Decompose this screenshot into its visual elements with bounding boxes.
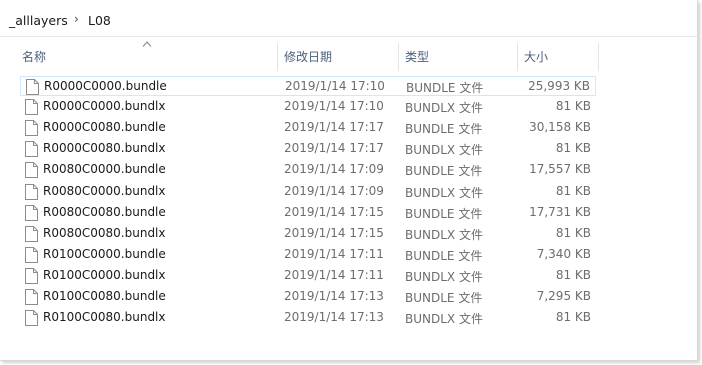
file-size: 17,731 KB bbox=[529, 205, 591, 219]
column-header-date[interactable]: 修改日期 bbox=[284, 37, 396, 72]
file-icon bbox=[25, 141, 38, 157]
file-row[interactable]: R0100C0080.bundlx 2019/1/14 17:13 BUNDLX 文… bbox=[20, 308, 596, 328]
file-modified-date: 2019/1/14 17:17 bbox=[284, 120, 384, 134]
file-name: R0100C0000.bundlx bbox=[43, 268, 166, 282]
file-modified-date: 2019/1/14 17:11 bbox=[284, 268, 384, 282]
file-type: BUNDLE 文件 bbox=[405, 122, 483, 136]
column-divider[interactable] bbox=[398, 43, 399, 71]
file-modified-date: 2019/1/14 17:09 bbox=[284, 162, 384, 176]
column-header-size-label: 大小 bbox=[524, 50, 549, 64]
file-icon bbox=[25, 184, 38, 200]
file-size: 81 KB bbox=[555, 226, 591, 240]
file-row[interactable]: R0080C0000.bundlx 2019/1/14 17:09 BUNDLX 文… bbox=[20, 182, 596, 202]
file-icon bbox=[25, 268, 38, 284]
column-header-name-label: 名称 bbox=[22, 50, 47, 64]
column-header: 名称 修改日期 类型 大小 bbox=[0, 37, 697, 73]
file-icon bbox=[25, 162, 38, 178]
column-header-type[interactable]: 类型 bbox=[405, 37, 515, 72]
file-name: R0000C0080.bundlx bbox=[43, 141, 166, 155]
file-row[interactable]: R0080C0080.bundle 2019/1/14 17:15 BUNDLE 文… bbox=[20, 203, 596, 223]
file-icon bbox=[25, 247, 38, 263]
file-size: 25,993 KB bbox=[528, 79, 590, 93]
file-size: 7,340 KB bbox=[536, 247, 591, 261]
file-modified-date: 2019/1/14 17:09 bbox=[284, 184, 384, 198]
file-modified-date: 2019/1/14 17:17 bbox=[284, 141, 384, 155]
file-name: R0100C0080.bundle bbox=[43, 289, 166, 303]
file-size: 17,557 KB bbox=[529, 162, 591, 176]
file-type: BUNDLX 文件 bbox=[405, 312, 483, 326]
file-size: 81 KB bbox=[555, 99, 591, 113]
file-row[interactable]: R0000C0000.bundle 2019/1/14 17:10 BUNDLE 文… bbox=[20, 76, 596, 96]
file-name: R0080C0080.bundle bbox=[43, 205, 166, 219]
file-modified-date: 2019/1/14 17:15 bbox=[284, 205, 384, 219]
file-row[interactable]: R0000C0080.bundlx 2019/1/14 17:17 BUNDLX 文… bbox=[20, 139, 596, 159]
file-type: BUNDLX 文件 bbox=[405, 101, 483, 115]
column-divider[interactable] bbox=[598, 43, 599, 71]
file-modified-date: 2019/1/14 17:10 bbox=[284, 99, 384, 113]
file-name: R0100C0080.bundlx bbox=[43, 310, 166, 324]
file-icon bbox=[25, 226, 38, 242]
column-header-date-label: 修改日期 bbox=[284, 50, 333, 64]
file-type: BUNDLX 文件 bbox=[405, 270, 483, 284]
file-icon bbox=[25, 205, 38, 221]
file-modified-date: 2019/1/14 17:10 bbox=[285, 79, 385, 93]
file-icon bbox=[25, 120, 38, 136]
file-name: R0100C0000.bundle bbox=[43, 247, 166, 261]
file-icon bbox=[25, 310, 38, 326]
file-icon bbox=[25, 289, 38, 305]
file-size: 30,158 KB bbox=[529, 120, 591, 134]
column-divider[interactable] bbox=[277, 43, 278, 71]
file-size: 81 KB bbox=[555, 310, 591, 324]
file-type: BUNDLE 文件 bbox=[405, 207, 483, 221]
chevron-right-icon[interactable]: › bbox=[74, 12, 79, 26]
file-type: BUNDLE 文件 bbox=[406, 81, 484, 95]
file-icon bbox=[25, 99, 38, 115]
breadcrumb-item-l08[interactable]: L08 bbox=[88, 13, 111, 28]
file-type: BUNDLX 文件 bbox=[405, 143, 483, 157]
file-type: BUNDLE 文件 bbox=[405, 164, 483, 178]
file-modified-date: 2019/1/14 17:13 bbox=[284, 289, 384, 303]
file-row[interactable]: R0000C0080.bundle 2019/1/14 17:17 BUNDLE 文… bbox=[20, 118, 596, 138]
file-row[interactable]: R0100C0080.bundle 2019/1/14 17:13 BUNDLE 文… bbox=[20, 287, 596, 307]
file-type: BUNDLX 文件 bbox=[405, 186, 483, 200]
file-size: 7,295 KB bbox=[536, 289, 591, 303]
explorer-window: _alllayers › L08 名称 修改日期 类型 大小 R0000C000… bbox=[0, 0, 698, 361]
file-name: R0000C0000.bundlx bbox=[43, 99, 166, 113]
sort-ascending-icon bbox=[142, 41, 152, 47]
file-name: R0080C0080.bundlx bbox=[43, 226, 166, 240]
file-row[interactable]: R0080C0000.bundle 2019/1/14 17:09 BUNDLE 文… bbox=[20, 160, 596, 180]
file-size: 81 KB bbox=[555, 268, 591, 282]
file-name: R0000C0080.bundle bbox=[43, 120, 166, 134]
file-row[interactable]: R0080C0080.bundlx 2019/1/14 17:15 BUNDLX 文… bbox=[20, 224, 596, 244]
breadcrumb-item-alllayers[interactable]: _alllayers bbox=[9, 13, 68, 28]
breadcrumb: _alllayers › L08 bbox=[0, 0, 697, 37]
file-type: BUNDLX 文件 bbox=[405, 228, 483, 242]
file-size: 81 KB bbox=[555, 184, 591, 198]
file-name: R0080C0000.bundle bbox=[43, 162, 166, 176]
file-size: 81 KB bbox=[555, 141, 591, 155]
file-modified-date: 2019/1/14 17:15 bbox=[284, 226, 384, 240]
file-name: R0080C0000.bundlx bbox=[43, 184, 166, 198]
file-modified-date: 2019/1/14 17:11 bbox=[284, 247, 384, 261]
file-row[interactable]: R0100C0000.bundle 2019/1/14 17:11 BUNDLE 文… bbox=[20, 245, 596, 265]
file-type: BUNDLE 文件 bbox=[405, 249, 483, 263]
file-icon bbox=[26, 79, 39, 95]
file-row[interactable]: R0100C0000.bundlx 2019/1/14 17:11 BUNDLX 文… bbox=[20, 266, 596, 286]
file-name: R0000C0000.bundle bbox=[44, 79, 167, 93]
file-type: BUNDLE 文件 bbox=[405, 291, 483, 305]
column-divider[interactable] bbox=[517, 43, 518, 71]
file-row[interactable]: R0000C0000.bundlx 2019/1/14 17:10 BUNDLX 文… bbox=[20, 97, 596, 117]
column-header-type-label: 类型 bbox=[405, 50, 430, 64]
column-header-size[interactable]: 大小 bbox=[524, 37, 596, 72]
file-modified-date: 2019/1/14 17:13 bbox=[284, 310, 384, 324]
